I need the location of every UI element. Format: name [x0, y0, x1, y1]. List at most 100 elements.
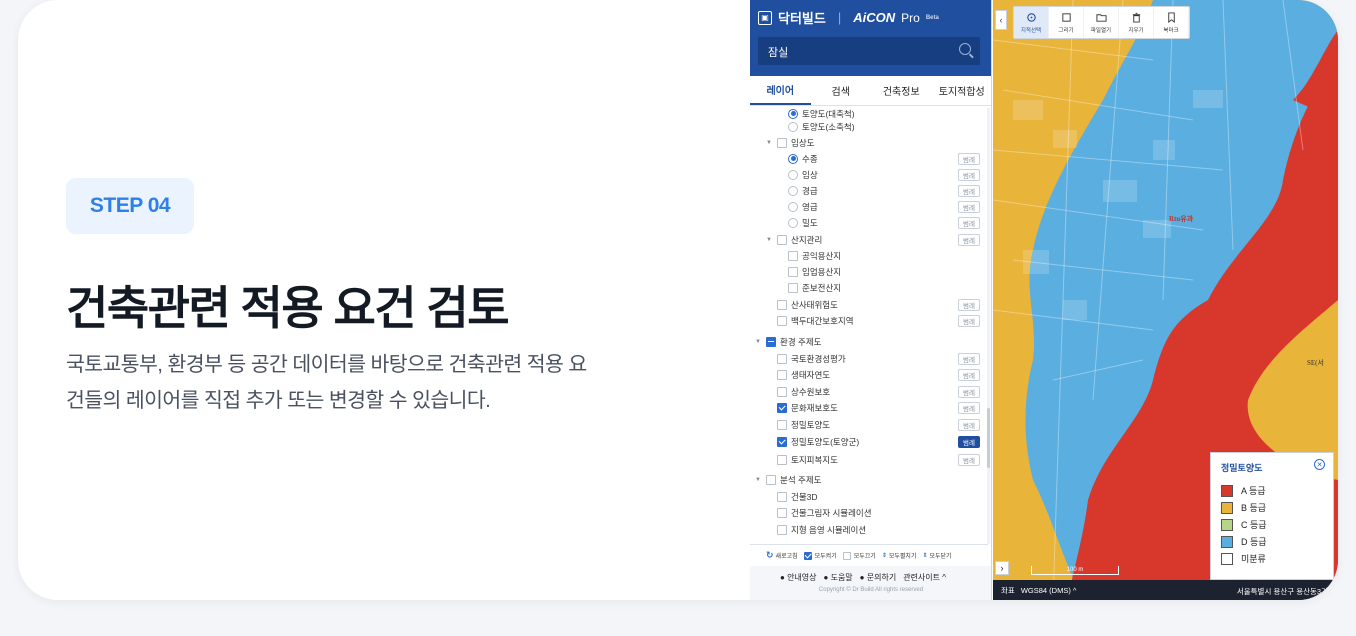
layer-item[interactable]: 지형 음영 시뮬레이션 [777, 522, 866, 537]
guide-video-link[interactable]: ● 안내영상 [780, 572, 817, 583]
legend-button[interactable]: 범례 [958, 385, 980, 398]
checkbox[interactable] [777, 315, 787, 326]
scroll-thumb[interactable] [987, 408, 990, 468]
caret-down-icon[interactable]: ▼ [766, 140, 774, 146]
layer-item[interactable]: 수종 범례 [788, 151, 980, 166]
layer-item[interactable]: 밀도 범례 [788, 215, 980, 230]
checkbox[interactable] [766, 336, 776, 347]
tool-bookmark[interactable]: 북마크 [1154, 7, 1189, 38]
layer-item[interactable]: 문화재보호도 범례 [777, 400, 980, 415]
layer-group[interactable]: ▼ 환경 주제도 [755, 334, 821, 349]
legend-button[interactable]: 범례 [958, 233, 980, 246]
help-link[interactable]: ● 도움말 [824, 572, 853, 583]
checkbox[interactable] [777, 234, 787, 245]
checkbox[interactable] [777, 353, 787, 364]
address-readout: 서울특별시 용산구 용산동3가 [1236, 587, 1328, 596]
legend-button[interactable]: 범례 [958, 152, 980, 165]
layer-item[interactable]: 상수원보호 범례 [777, 384, 980, 399]
tab-land-suitability[interactable]: 토지적합성 [932, 76, 992, 105]
checkbox[interactable] [777, 454, 787, 465]
product-name: AiCON [853, 10, 896, 25]
layer-item[interactable]: 건물그림자 시뮬레이션 [777, 505, 872, 520]
tool-draw[interactable]: 그리기 [1049, 7, 1084, 38]
legend-button[interactable]: 범례 [958, 368, 980, 381]
layer-scrollbar[interactable] [987, 108, 990, 544]
legend-button[interactable]: 범례 [958, 418, 980, 431]
legend-button[interactable]: 범례 [958, 435, 980, 448]
legend-button[interactable]: 범례 [958, 216, 980, 229]
related-sites-link[interactable]: 관련사이트 ^ [903, 572, 946, 583]
checkbox[interactable] [777, 369, 787, 380]
checkbox[interactable] [788, 282, 798, 293]
checkbox[interactable] [777, 299, 787, 310]
checkbox[interactable] [766, 474, 776, 485]
layer-item[interactable]: 임업용산지 [788, 264, 841, 279]
radio-icon[interactable] [788, 153, 798, 164]
tab-search[interactable]: 검색 [811, 76, 872, 105]
checkbox[interactable] [777, 524, 787, 535]
radio-icon[interactable] [788, 169, 798, 180]
all-on-button[interactable]: 모두켜기 [803, 551, 837, 560]
caret-down-icon[interactable]: ▼ [766, 237, 774, 243]
collapse-panel-button[interactable]: ‹ [995, 10, 1007, 30]
tab-layers[interactable]: 레이어 [750, 76, 811, 105]
legend-button[interactable]: 범례 [958, 352, 980, 365]
checkbox[interactable] [777, 386, 787, 397]
checkbox[interactable] [777, 491, 787, 502]
radio-icon[interactable] [788, 108, 798, 119]
legend-button[interactable]: 범례 [958, 168, 980, 181]
tool-open-file[interactable]: 파일열기 [1084, 7, 1119, 38]
caret-down-icon[interactable]: ▼ [755, 339, 763, 345]
search-input[interactable]: 잠실 [758, 37, 980, 65]
radio-icon[interactable] [788, 185, 798, 196]
expand-all-button[interactable]: ⇕ 모두펼치기 [882, 551, 917, 560]
layer-item[interactable]: 국토환경성평가 범례 [777, 351, 980, 366]
layer-group[interactable]: ▼ 분석 주제도 [755, 472, 821, 487]
checkbox[interactable] [777, 137, 787, 148]
expand-panel-button[interactable]: › [995, 561, 1009, 575]
layer-item[interactable]: 토지피복지도 범례 [777, 452, 980, 467]
tab-building-info[interactable]: 건축정보 [871, 76, 932, 105]
layer-group[interactable]: ▼ 산지관리 범례 [766, 232, 980, 247]
legend-button[interactable]: 범례 [958, 298, 980, 311]
brand[interactable]: ▣ 닥터빌드 | AiCON Pro Beta [758, 8, 939, 27]
radio-icon[interactable] [788, 201, 798, 212]
radio-icon[interactable] [788, 217, 798, 228]
layer-group[interactable]: ▼ 임상도 [766, 135, 814, 150]
checkbox[interactable] [777, 436, 787, 447]
legend-button[interactable]: 범례 [958, 200, 980, 213]
layer-item[interactable]: 공익용산지 [788, 248, 841, 263]
layer-item[interactable]: 산사태위험도 범례 [777, 297, 980, 312]
layer-item[interactable]: 영급 범례 [788, 199, 980, 214]
search-icon[interactable] [959, 43, 971, 55]
layer-item[interactable]: 생태자연도 범례 [777, 367, 980, 382]
caret-down-icon[interactable]: ▼ [755, 477, 763, 483]
legend-button[interactable]: 범례 [958, 401, 980, 414]
inquiry-link[interactable]: ● 문의하기 [860, 572, 897, 583]
layer-item[interactable]: 정밀토양도 범례 [777, 417, 980, 432]
legend-button[interactable]: 범례 [958, 314, 980, 327]
layer-item[interactable]: 백두대간보호지역 범례 [777, 313, 980, 328]
map-view[interactable]: Rtu유과 SE(서 ‹ 지적선택 그리기 파일열기 지우기 북마크 정밀토양도… [993, 0, 1338, 600]
radio-icon[interactable] [788, 121, 798, 132]
checkbox[interactable] [788, 266, 798, 277]
legend-button[interactable]: 범례 [958, 453, 980, 466]
layer-item[interactable]: 경급 범례 [788, 183, 980, 198]
layer-item[interactable]: 토양도(소축척) [788, 119, 855, 134]
layer-item[interactable]: 건물3D [777, 489, 818, 504]
tool-parcel-select[interactable]: 지적선택 [1014, 7, 1049, 38]
legend-button[interactable]: 범례 [958, 184, 980, 197]
close-icon[interactable]: ✕ [1314, 459, 1325, 470]
tool-erase[interactable]: 지우기 [1119, 7, 1154, 38]
checkbox[interactable] [777, 419, 787, 430]
layer-item[interactable]: 정밀토양도(토양군) 범례 [777, 434, 980, 449]
checkbox[interactable] [777, 507, 787, 518]
refresh-button[interactable]: ↻ 새로고침 [766, 550, 798, 561]
collapse-all-button[interactable]: ⇕ 모두닫기 [922, 551, 951, 560]
all-off-button[interactable]: 모두끄기 [842, 551, 876, 560]
layer-item[interactable]: 준보전산지 [788, 280, 841, 295]
layer-item[interactable]: 임상 범례 [788, 167, 980, 182]
checkbox[interactable] [788, 250, 798, 261]
coord-system-select[interactable]: WGS84 (DMS) ^ [1021, 586, 1077, 595]
checkbox[interactable] [777, 402, 787, 413]
